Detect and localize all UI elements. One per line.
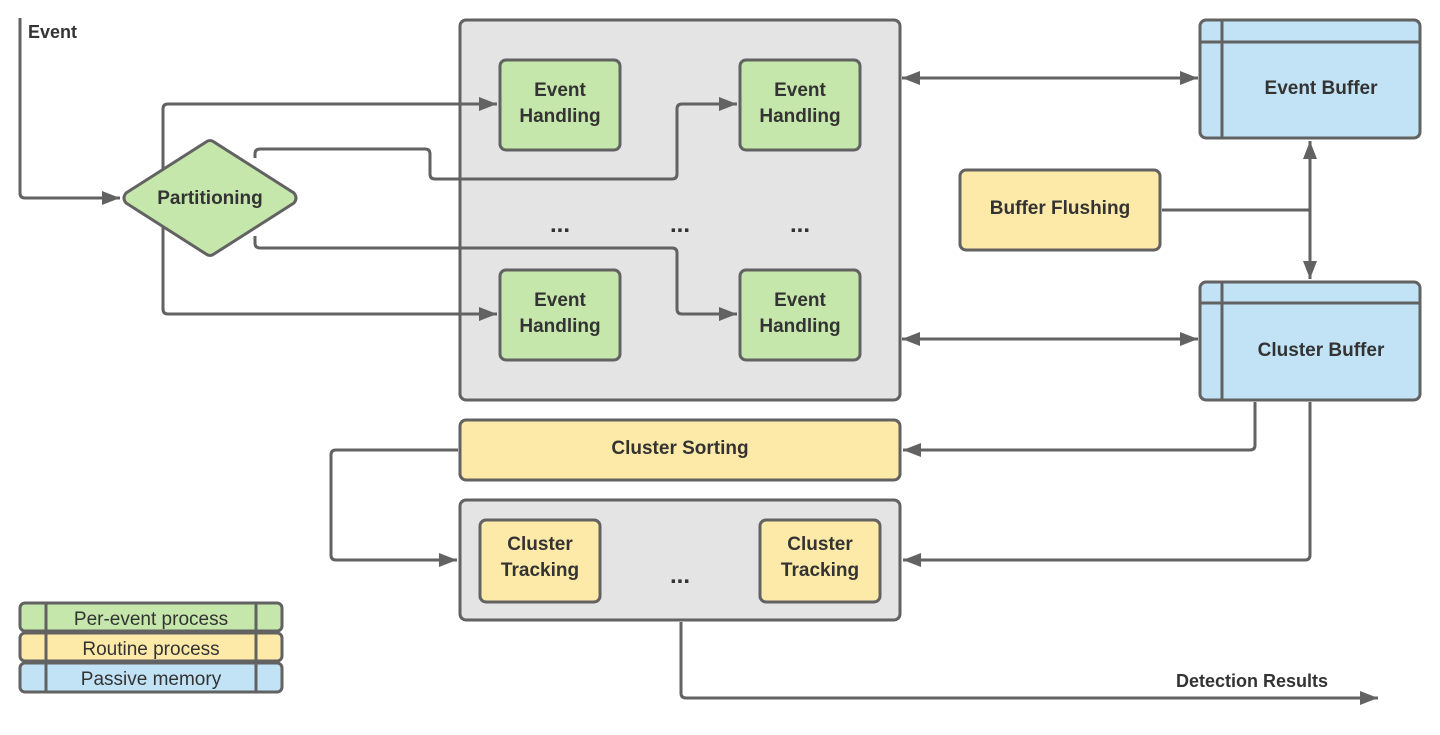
legend-label: Per-event process <box>74 609 228 630</box>
cluster-tracking-label: Tracking <box>781 560 859 581</box>
event-handling-label: Handling <box>759 106 840 127</box>
event-handling-label: Handling <box>759 316 840 337</box>
legend-item-per-event: Per-event process <box>18 601 284 633</box>
event-handling-label: Event <box>534 290 586 311</box>
legend-label: Passive memory <box>81 669 222 690</box>
edge-event-to-partitioning <box>18 18 120 205</box>
partitioning-label: Partitioning <box>157 188 263 209</box>
cluster-tracking-label: Cluster <box>787 534 853 555</box>
event-buffer-label: Event Buffer <box>1265 78 1379 99</box>
event-handling-node[interactable]: Event Handling <box>738 268 862 362</box>
cluster-tracking-label: Cluster <box>507 534 573 555</box>
ellipsis-marker: ... <box>670 211 690 238</box>
detection-results-label: Detection Results <box>1176 671 1328 691</box>
event-handling-node[interactable]: Event Handling <box>738 58 862 152</box>
ellipsis-marker: ... <box>670 562 690 589</box>
cluster-buffer-label: Cluster Buffer <box>1258 340 1385 361</box>
edge-cluster-buffer-to-sorting <box>903 402 1257 457</box>
edge-sorting-to-tracking <box>329 448 458 567</box>
cluster-tracking-node[interactable]: Cluster Tracking <box>758 518 882 604</box>
event-input-label: Event <box>28 22 77 42</box>
cluster-sorting-node[interactable]: Cluster Sorting <box>458 418 902 482</box>
cluster-tracking-node[interactable]: Cluster Tracking <box>478 518 602 604</box>
legend-label: Routine process <box>82 639 219 660</box>
cluster-tracking-label: Tracking <box>501 560 579 581</box>
edge-cluster-buffer-to-tracking <box>903 402 1312 567</box>
legend-item-routine: Routine process <box>18 631 284 663</box>
event-handling-node[interactable]: Event Handling <box>498 58 622 152</box>
ellipsis-marker: ... <box>790 211 810 238</box>
event-handling-label: Handling <box>519 106 600 127</box>
cluster-sorting-label: Cluster Sorting <box>611 438 748 459</box>
event-handling-node[interactable]: Event Handling <box>498 268 622 362</box>
legend-item-memory: Passive memory <box>18 661 284 694</box>
ellipsis-marker: ... <box>550 211 570 238</box>
event-handling-label: Handling <box>519 316 600 337</box>
event-handling-label: Event <box>774 80 826 101</box>
buffer-flushing-node[interactable]: Buffer Flushing <box>958 168 1162 252</box>
buffer-flushing-label: Buffer Flushing <box>990 198 1130 219</box>
legend: Per-event process Routine process Passiv… <box>18 601 284 694</box>
architecture-diagram: Event Partitioning Event Handling Event … <box>18 18 1422 705</box>
event-handling-label: Event <box>774 290 826 311</box>
event-handling-label: Event <box>534 80 586 101</box>
cluster-buffer-node[interactable]: Cluster Buffer <box>1198 280 1422 402</box>
event-buffer-node[interactable]: Event Buffer <box>1198 18 1422 140</box>
